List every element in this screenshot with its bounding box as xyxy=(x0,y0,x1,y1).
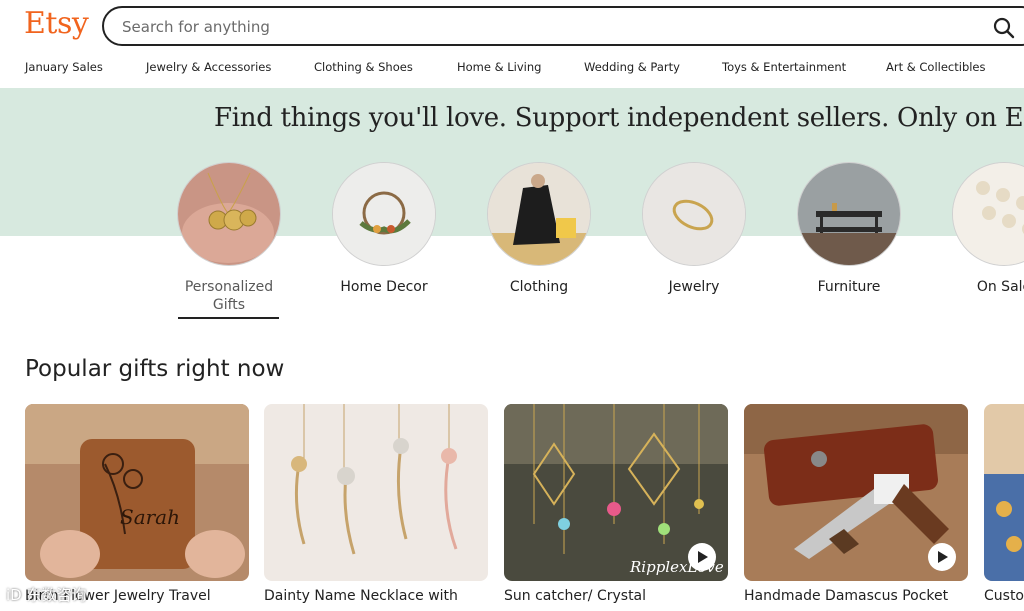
nav-toys-entertainment[interactable]: Toys & Entertainment xyxy=(722,60,846,74)
product-title[interactable]: Handmade Damascus Pocket xyxy=(744,587,968,605)
product-title[interactable]: Dainty Name Necklace with xyxy=(264,587,488,605)
nav-art-collectibles[interactable]: Art & Collectibles xyxy=(886,60,986,74)
product-image[interactable] xyxy=(504,404,728,581)
nav-wedding-party[interactable]: Wedding & Party xyxy=(584,60,680,74)
product-title[interactable]: Custo xyxy=(984,587,1024,605)
section-title: Popular gifts right now xyxy=(25,356,285,382)
product-image[interactable] xyxy=(744,404,968,581)
product-card[interactable]: Handmade Damascus Pocket xyxy=(744,404,968,605)
search-icon[interactable] xyxy=(990,14,1018,42)
product-image[interactable]: Sarah xyxy=(25,404,249,581)
category-personalized-gifts[interactable]: Personalized Gifts xyxy=(173,162,285,314)
product-image[interactable] xyxy=(984,404,1024,581)
category-label: Jewelry xyxy=(668,279,720,295)
category-label: Furniture xyxy=(817,279,881,295)
category-image xyxy=(952,162,1024,266)
product-image[interactable] xyxy=(264,404,488,581)
category-image xyxy=(642,162,746,266)
product-card[interactable]: Sarah Birth Flower Jewelry Travel xyxy=(25,404,249,605)
active-category-underline xyxy=(178,317,279,319)
nav-january-sales[interactable]: January Sales xyxy=(25,60,103,74)
etsy-logo[interactable]: Etsy xyxy=(24,6,89,41)
category-image xyxy=(332,162,436,266)
product-card[interactable]: Dainty Name Necklace with xyxy=(264,404,488,605)
category-image xyxy=(487,162,591,266)
nav-clothing-shoes[interactable]: Clothing & Shoes xyxy=(314,60,413,74)
play-video-button[interactable] xyxy=(928,543,956,571)
category-label: Home Decor xyxy=(340,279,428,295)
product-image-watermark: RipplexLove xyxy=(630,558,724,576)
category-nav: January Sales Jewelry & Accessories Clot… xyxy=(0,60,1024,80)
category-label: Personalized Gifts xyxy=(184,279,274,313)
nav-jewelry-accessories[interactable]: Jewelry & Accessories xyxy=(146,60,271,74)
watermark: iD 东数咨询 xyxy=(6,586,87,604)
product-engraving: Sarah xyxy=(120,505,180,529)
category-clothing[interactable]: Clothing xyxy=(483,162,595,296)
category-image xyxy=(177,162,281,266)
hero-title: Find things you'll love. Support indepen… xyxy=(214,103,1024,133)
search-input[interactable] xyxy=(120,16,964,38)
product-title[interactable]: Sun catcher/ Crystal xyxy=(504,587,728,605)
site-header: Etsy January Sales Jewelry & Accessories… xyxy=(0,0,1024,88)
category-furniture[interactable]: Furniture xyxy=(793,162,905,296)
product-card[interactable]: Custo xyxy=(984,404,1024,605)
category-image xyxy=(797,162,901,266)
nav-home-living[interactable]: Home & Living xyxy=(457,60,541,74)
category-label: On Sale xyxy=(976,279,1024,295)
category-on-sale[interactable]: On Sale xyxy=(948,162,1024,296)
category-home-decor[interactable]: Home Decor xyxy=(328,162,440,296)
category-label: Clothing xyxy=(509,279,569,295)
search-bar[interactable] xyxy=(102,6,1024,46)
category-jewelry[interactable]: Jewelry xyxy=(638,162,750,296)
